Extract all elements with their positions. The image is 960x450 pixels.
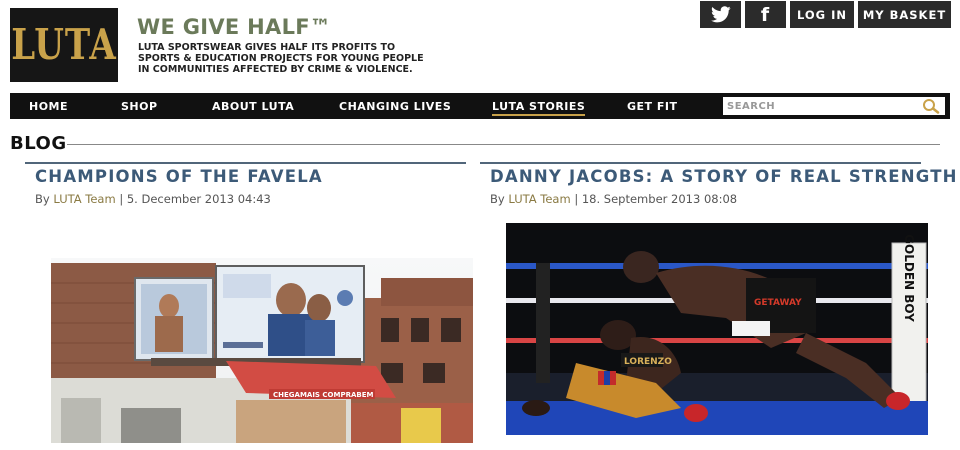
nav-item-luta-stories[interactable]: LUTA STORIES: [492, 100, 586, 116]
my-basket-button[interactable]: MY BASKET: [858, 1, 951, 28]
post-divider: [25, 162, 466, 164]
blog-post: DANNY JACOBS: A STORY OF REAL STRENGTH B…: [480, 162, 956, 206]
nav-item-get-fit[interactable]: GET FIT: [627, 100, 678, 113]
post-byline: By LUTA Team | 5. December 2013 04:43: [25, 192, 466, 206]
search-input[interactable]: [723, 98, 913, 114]
tagline-body: LUTA SPORTSWEAR GIVES HALF ITS PROFITS T…: [138, 42, 424, 75]
logo-text: LUTA: [11, 20, 117, 70]
blog-post: CHAMPIONS OF THE FAVELA By LUTA Team | 5…: [25, 162, 466, 206]
post-title-link[interactable]: DANNY JACOBS: A STORY OF REAL STRENGTH: [480, 167, 956, 186]
corner-post-text: GOLDEN BOY: [902, 234, 916, 322]
post-date: | 18. September 2013 08:08: [570, 192, 738, 206]
search-icon[interactable]: [922, 98, 940, 114]
nav-item-shop[interactable]: SHOP: [121, 100, 158, 113]
main-nav: HOME SHOP ABOUT LUTA CHANGING LIVES LUTA…: [10, 93, 950, 119]
author-link[interactable]: LUTA Team: [508, 192, 570, 206]
top-actions: f LOG IN MY BASKET: [700, 1, 951, 28]
search-box: [723, 97, 945, 115]
boxer-shirt-text: LORENZO: [624, 357, 672, 367]
post-date: | 5. December 2013 04:43: [115, 192, 271, 206]
nav-item-home[interactable]: HOME: [29, 100, 68, 113]
post-divider: [480, 162, 921, 164]
nav-item-about-luta[interactable]: ABOUT LUTA: [212, 100, 294, 113]
twitter-icon: [710, 6, 731, 23]
page-title: BLOG: [10, 133, 67, 154]
luta-logo[interactable]: LUTA: [10, 8, 118, 82]
facebook-icon: f: [760, 3, 771, 26]
title-divider: [67, 144, 940, 145]
post-image-favela[interactable]: CHEGAMAIS COMPRABEM: [51, 258, 473, 443]
tagline-title: WE GIVE HALF™: [137, 15, 332, 39]
byline-prefix: By: [35, 192, 54, 206]
author-link[interactable]: LUTA Team: [53, 192, 115, 206]
post-image-boxing[interactable]: GOLDEN BOY GETAWAY LORENZO: [506, 223, 928, 435]
billboard-caption: CHEGAMAIS COMPRABEM: [273, 391, 374, 399]
post-byline: By LUTA Team | 18. September 2013 08:08: [480, 192, 921, 206]
boxer-trunks-text: GETAWAY: [754, 298, 802, 308]
post-title-link[interactable]: CHAMPIONS OF THE FAVELA: [25, 167, 466, 186]
facebook-button[interactable]: f: [745, 1, 786, 28]
twitter-button[interactable]: [700, 1, 741, 28]
byline-prefix: By: [490, 192, 509, 206]
login-button[interactable]: LOG IN: [790, 1, 854, 28]
nav-item-changing-lives[interactable]: CHANGING LIVES: [339, 100, 451, 113]
